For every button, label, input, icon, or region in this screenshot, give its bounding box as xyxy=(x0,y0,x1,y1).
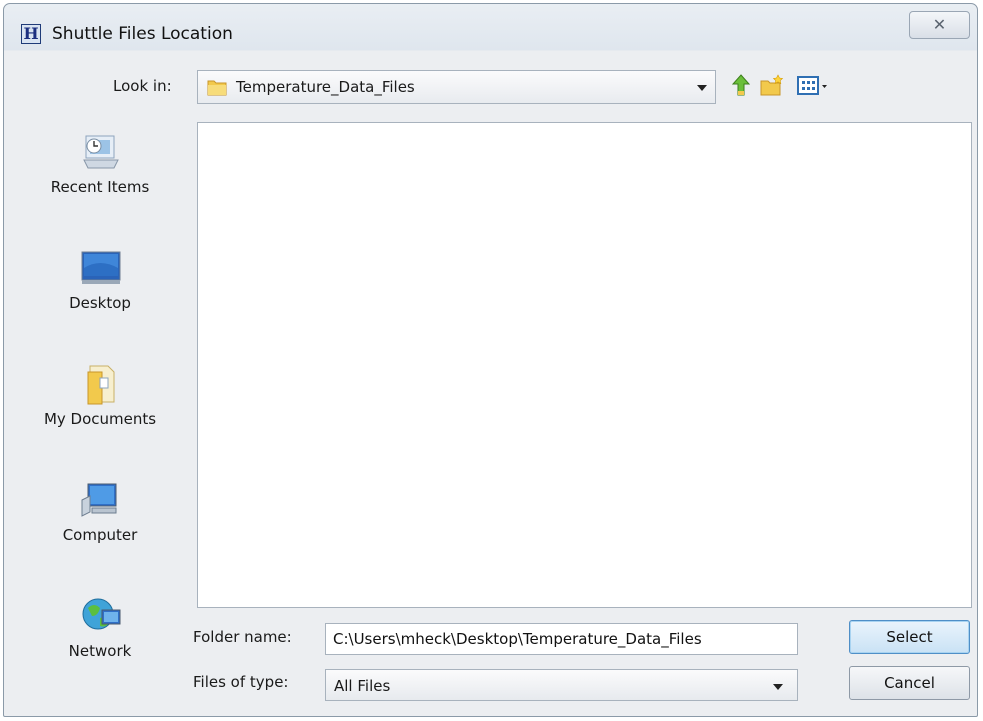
look-in-combo[interactable]: Temperature_Data_Files xyxy=(197,70,716,104)
select-button[interactable]: Select xyxy=(849,620,970,654)
title-bar[interactable]: H Shuttle Files Location ✕ xyxy=(4,4,977,52)
folder-name-label: Folder name: xyxy=(193,628,292,646)
recent-items-icon xyxy=(83,135,119,169)
look-in-label: Look in: xyxy=(113,77,172,95)
dialog-window: H Shuttle Files Location ✕ Look in: Temp… xyxy=(3,3,978,717)
place-computer[interactable]: Computer xyxy=(14,468,186,568)
window-title: Shuttle Files Location xyxy=(52,24,233,44)
place-label: Computer xyxy=(62,526,138,544)
my-documents-icon xyxy=(87,365,115,405)
place-label: My Documents xyxy=(43,410,157,428)
files-of-type-value: All Files xyxy=(334,677,391,695)
files-of-type-label: Files of type: xyxy=(193,673,289,691)
place-my-documents[interactable]: My Documents xyxy=(14,352,186,452)
files-of-type-combo[interactable]: All Files xyxy=(325,669,798,701)
file-list[interactable] xyxy=(197,122,972,608)
computer-icon xyxy=(81,483,117,517)
look-in-value: Temperature_Data_Files xyxy=(236,78,415,96)
cancel-button[interactable]: Cancel xyxy=(849,666,970,700)
view-menu-icon[interactable] xyxy=(796,73,836,99)
place-network[interactable]: Network xyxy=(14,584,186,684)
place-label: Network xyxy=(68,642,132,660)
place-label: Recent Items xyxy=(50,178,150,196)
app-icon: H xyxy=(21,24,41,44)
dialog-body: Look in: Temperature_Data_Files Recent I… xyxy=(14,52,972,708)
close-button[interactable]: ✕ xyxy=(909,11,970,39)
place-desktop[interactable]: Desktop xyxy=(14,236,186,336)
place-label: Desktop xyxy=(69,294,131,312)
network-icon xyxy=(82,598,121,630)
place-recent-items[interactable]: Recent Items xyxy=(14,120,186,220)
chevron-down-icon[interactable] xyxy=(697,85,707,91)
folder-name-input[interactable] xyxy=(325,623,798,655)
up-one-level-icon[interactable] xyxy=(730,73,752,99)
chevron-down-icon[interactable] xyxy=(773,684,783,690)
desktop-icon xyxy=(81,251,121,284)
new-folder-icon[interactable] xyxy=(759,73,785,99)
folder-icon xyxy=(207,80,227,96)
